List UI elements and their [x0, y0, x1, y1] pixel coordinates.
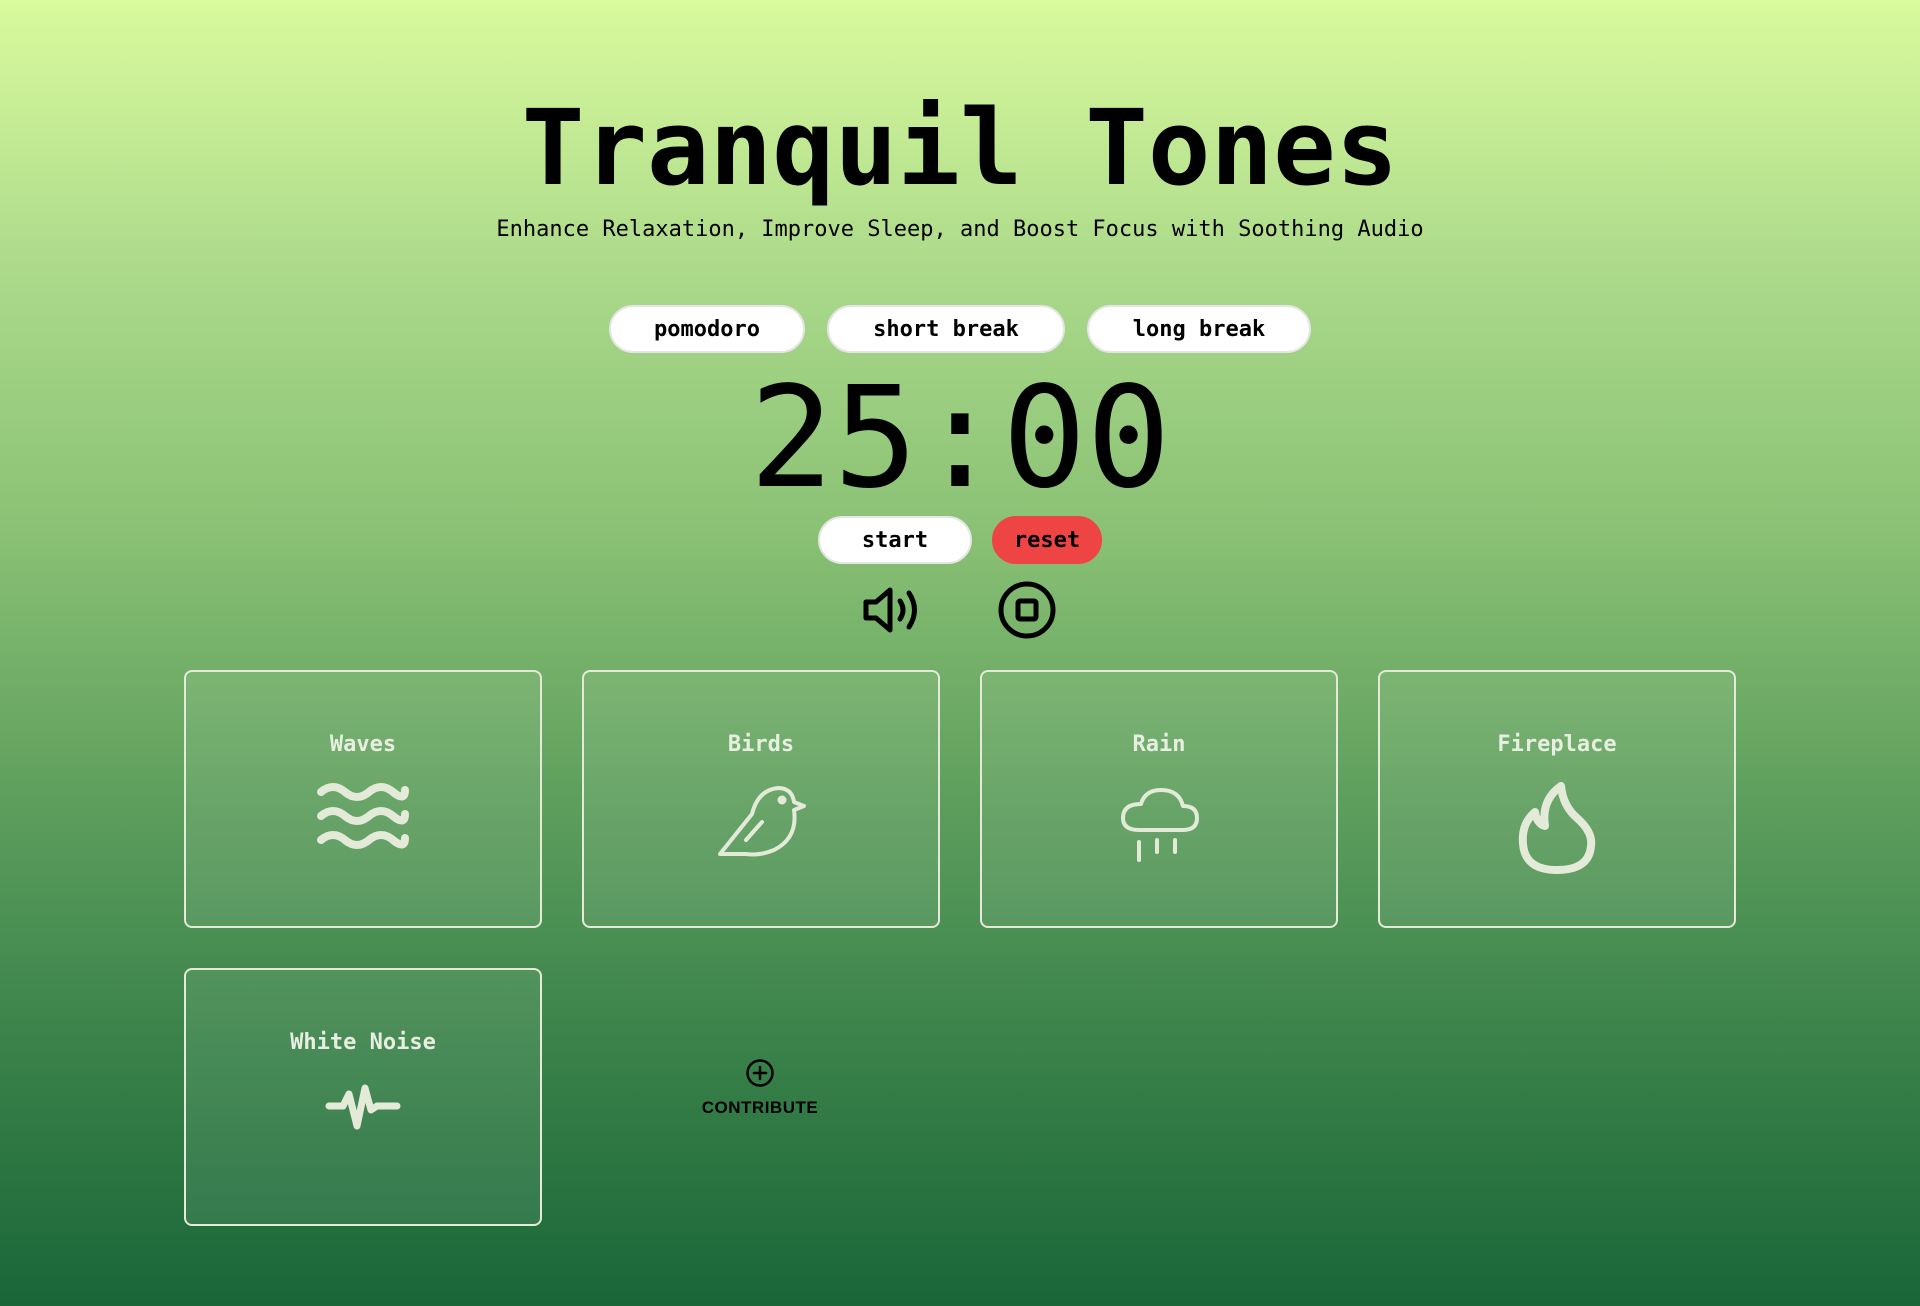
pomodoro-button[interactable]: pomodoro: [609, 305, 805, 353]
sound-card-birds[interactable]: Birds: [582, 670, 940, 928]
waves-icon: [317, 783, 409, 849]
sound-card-rain[interactable]: Rain: [980, 670, 1338, 928]
start-button[interactable]: start: [818, 516, 972, 564]
timer-mode-tabs: pomodoro short break long break: [0, 305, 1920, 353]
page-subtitle: Enhance Relaxation, Improve Sleep, and B…: [496, 217, 1424, 242]
short-break-button[interactable]: short break: [827, 305, 1065, 353]
sound-card-label: Birds: [727, 732, 795, 757]
timer-controls: start reset: [0, 516, 1920, 564]
pulse-icon: [325, 1084, 401, 1130]
contribute-link[interactable]: CONTRIBUTE: [662, 1058, 858, 1118]
timer-display: 25:00: [749, 357, 1171, 520]
audio-controls: [0, 578, 1920, 642]
sound-card-label: White Noise: [290, 1030, 436, 1055]
sound-card-white-noise[interactable]: White Noise: [184, 968, 542, 1226]
sound-card-label: Fireplace: [1497, 732, 1617, 757]
stop-circle-icon[interactable]: [995, 578, 1059, 642]
sound-card-label: Rain: [1132, 732, 1186, 757]
flame-icon: [1518, 782, 1596, 874]
speaker-volume-icon[interactable]: [861, 578, 925, 642]
sound-card-waves[interactable]: Waves: [184, 670, 542, 928]
sound-card-label: Waves: [329, 732, 397, 757]
cloud-rain-icon: [1121, 788, 1199, 862]
sound-card-fireplace[interactable]: Fireplace: [1378, 670, 1736, 928]
plus-circle-icon: [746, 1059, 774, 1087]
bird-icon: [718, 786, 806, 857]
contribute-label: CONTRIBUTE: [701, 1098, 819, 1117]
long-break-button[interactable]: long break: [1087, 305, 1311, 353]
reset-button[interactable]: reset: [992, 516, 1102, 564]
page-title: Tranquil Tones: [521, 87, 1399, 209]
